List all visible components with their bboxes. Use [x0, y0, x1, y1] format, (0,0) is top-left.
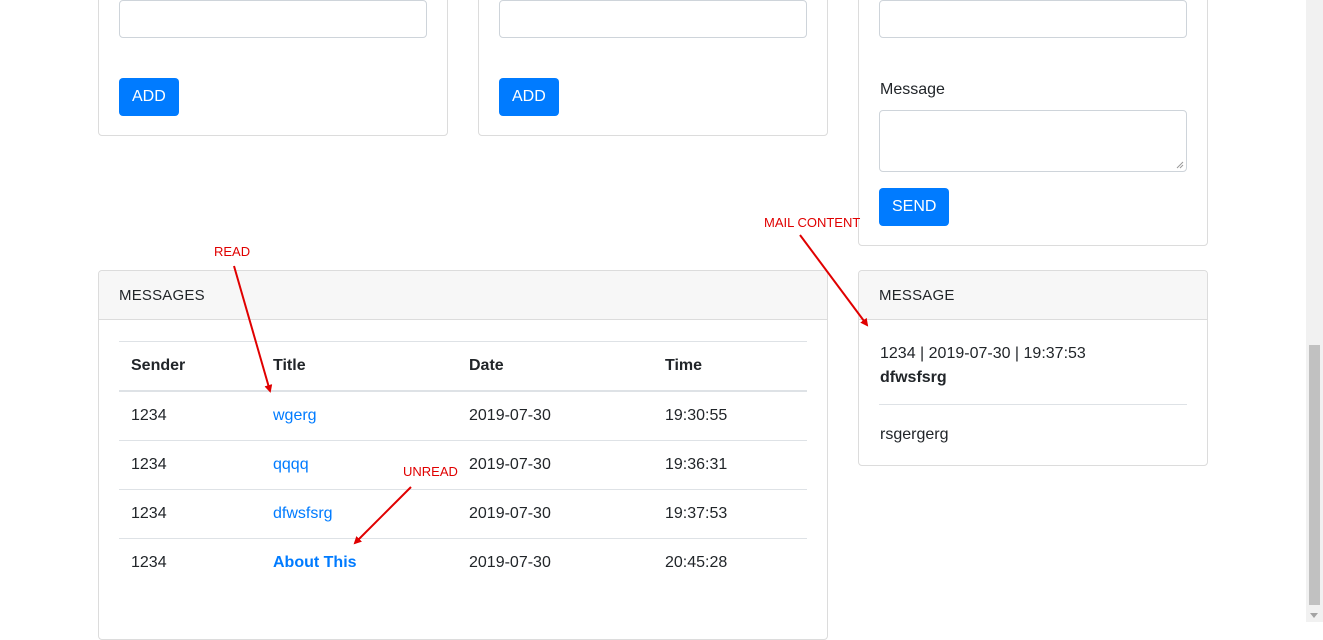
- middle-text-input[interactable]: [499, 0, 807, 38]
- message-title-link[interactable]: wgerg: [273, 407, 317, 424]
- scrollbar-thumb[interactable]: [1309, 345, 1320, 605]
- scroll-down-arrow-icon[interactable]: [1310, 613, 1318, 618]
- send-button[interactable]: SEND: [879, 188, 950, 226]
- time-cell: 19:37:53: [653, 489, 807, 539]
- column-header-title: Title: [261, 341, 457, 392]
- sender-cell: 1234: [119, 489, 261, 539]
- table-row: 1234 wgerg 2019-07-30 19:30:55: [119, 391, 807, 441]
- messages-table: Sender Title Date Time 1234 wgerg 2019-0…: [119, 341, 807, 587]
- messages-table-header-row: Sender Title Date Time: [119, 341, 807, 392]
- resize-handle-icon: [1176, 161, 1184, 169]
- title-cell: About This: [261, 538, 457, 587]
- message-card-header: MESSAGE: [859, 271, 1207, 320]
- annotation-unread: UNREAD: [403, 464, 458, 479]
- title-cell: dfwsfsrg: [261, 489, 457, 539]
- annotation-read: READ: [214, 244, 251, 259]
- message-meta: 1234 | 2019-07-30 | 19:37:53: [880, 345, 1086, 362]
- table-row: 1234 dfwsfsrg 2019-07-30 19:37:53: [119, 489, 807, 539]
- message-textarea[interactable]: [879, 110, 1187, 172]
- time-cell: 19:36:31: [653, 440, 807, 490]
- sender-cell: 1234: [131, 407, 167, 424]
- messages-card: MESSAGES Sender Title Date Time 1234 wge…: [98, 270, 828, 640]
- add-card-middle: ADD: [478, 0, 828, 136]
- column-header-sender: Sender: [119, 341, 261, 392]
- date-cell: 2019-07-30: [457, 440, 653, 490]
- sender-cell: 1234: [119, 538, 261, 587]
- messages-header-title: MESSAGES: [119, 287, 205, 304]
- recipient-input[interactable]: [879, 0, 1187, 38]
- message-header-title: MESSAGE: [879, 287, 955, 304]
- title-cell: wgerg: [261, 391, 457, 441]
- sender-cell: 1234: [119, 440, 261, 490]
- table-row: 1234 About This 2019-07-30 20:45:28: [119, 538, 807, 587]
- message-title-link-unread[interactable]: About This: [273, 554, 357, 571]
- message-subject: dfwsfsrg: [880, 369, 947, 386]
- send-message-card: Message SEND: [858, 0, 1208, 246]
- page-scrollbar[interactable]: [1306, 0, 1323, 622]
- add-card-left: ADD: [98, 0, 448, 136]
- message-label: Message: [880, 81, 945, 98]
- message-title-link[interactable]: dfwsfsrg: [273, 505, 333, 522]
- date-cell: 2019-07-30: [457, 489, 653, 539]
- message-body: rsgergerg: [880, 426, 949, 443]
- column-header-date: Date: [457, 341, 653, 392]
- date-cell: 2019-07-30: [457, 538, 653, 587]
- date-cell: 2019-07-30: [469, 407, 551, 424]
- divider: [879, 404, 1187, 405]
- column-header-time: Time: [653, 341, 807, 392]
- time-cell: 19:30:55: [665, 407, 728, 424]
- table-row: 1234 qqqq 2019-07-30 19:36:31: [119, 440, 807, 490]
- messages-card-header: MESSAGES: [99, 271, 827, 320]
- left-text-input[interactable]: [119, 0, 427, 38]
- middle-add-button[interactable]: ADD: [499, 78, 559, 116]
- message-title-link[interactable]: qqqq: [273, 456, 309, 473]
- annotation-mail-content: MAIL CONTENT: [764, 215, 861, 230]
- message-detail-card: MESSAGE 1234 | 2019-07-30 | 19:37:53 dfw…: [858, 270, 1208, 466]
- time-cell: 20:45:28: [653, 538, 807, 587]
- left-add-button[interactable]: ADD: [119, 78, 179, 116]
